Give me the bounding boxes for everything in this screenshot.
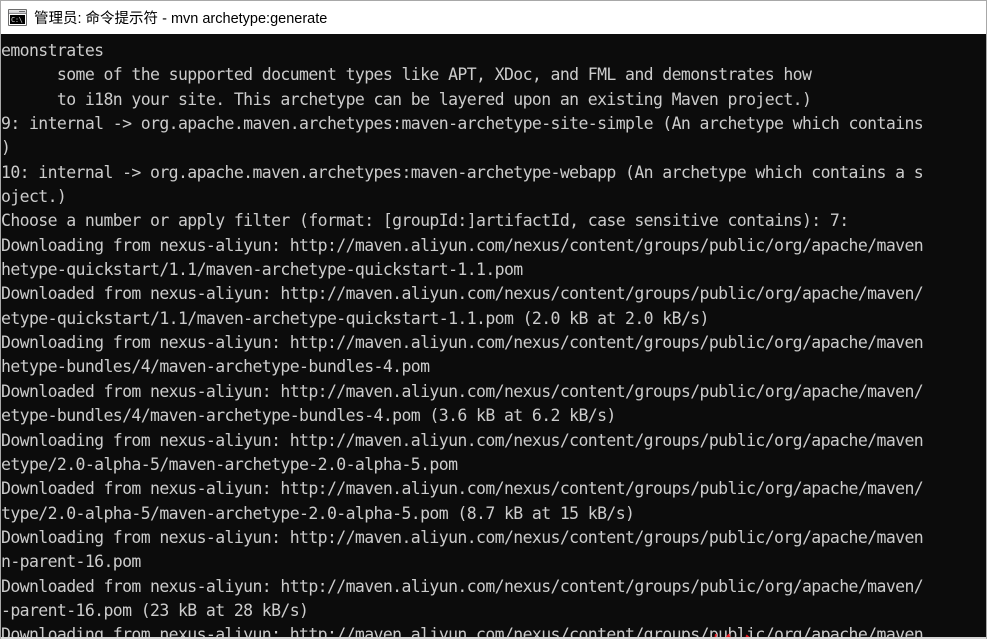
cmd-icon-titlebar: [9, 10, 26, 14]
console-text: emonstrates some of the supported docume…: [1, 41, 924, 639]
cmd-icon-screen-text: C:\: [10, 15, 25, 24]
command-prompt-window: C:\ 管理员: 命令提示符 - mvn archetype:generate …: [0, 0, 987, 639]
console-output-area[interactable]: emonstrates some of the supported docume…: [1, 34, 986, 639]
window-titlebar[interactable]: C:\ 管理员: 命令提示符 - mvn archetype:generate: [1, 1, 986, 34]
window-title: 管理员: 命令提示符 - mvn archetype:generate: [34, 11, 328, 27]
cmd-icon: C:\: [8, 9, 27, 26]
